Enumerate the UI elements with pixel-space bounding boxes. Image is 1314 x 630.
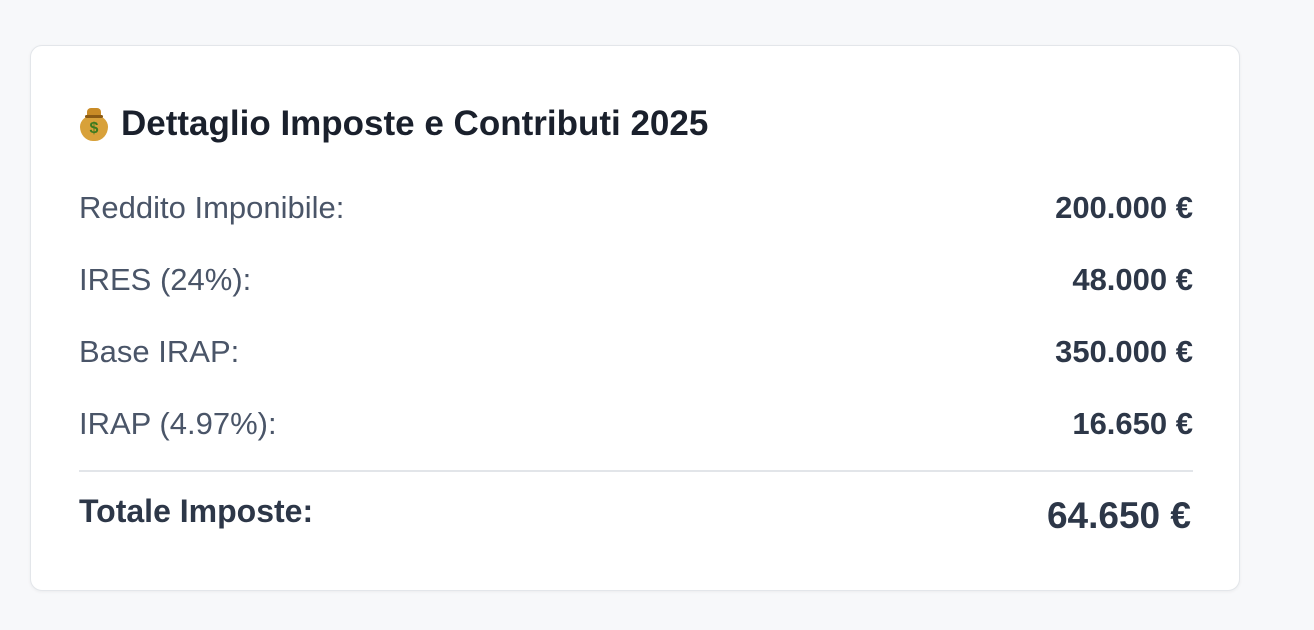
row-value: 48.000 € bbox=[1072, 262, 1193, 297]
row-value: 200.000 € bbox=[1055, 190, 1193, 225]
row-irap: IRAP (4.97%): 16.650 € bbox=[79, 404, 1193, 444]
row-label: IRES (24%): bbox=[79, 262, 252, 297]
row-label: Base IRAP: bbox=[79, 334, 240, 369]
row-label: IRAP (4.97%): bbox=[79, 406, 277, 441]
row-value: 350.000 € bbox=[1055, 334, 1193, 369]
total-label: Totale Imposte: bbox=[79, 493, 314, 529]
row-base-irap: Base IRAP: 350.000 € bbox=[79, 332, 1193, 372]
row-value: 16.650 € bbox=[1072, 406, 1193, 441]
total-value: 64.650 € bbox=[1046, 495, 1191, 536]
card-title: $ Dettaglio Imposte e Contributi 2025 bbox=[79, 102, 708, 146]
row-ires: IRES (24%): 48.000 € bbox=[79, 260, 1193, 300]
row-reddito-imponibile: Reddito Imponibile: 200.000 € bbox=[79, 188, 1193, 228]
card-title-text: Dettaglio Imposte e Contributi 2025 bbox=[121, 104, 709, 143]
money-bag-icon: $ bbox=[79, 106, 109, 142]
row-label: Reddito Imponibile: bbox=[79, 190, 345, 225]
tax-detail-card: $ Dettaglio Imposte e Contributi 2025 Re… bbox=[30, 45, 1240, 591]
divider bbox=[79, 470, 1193, 472]
